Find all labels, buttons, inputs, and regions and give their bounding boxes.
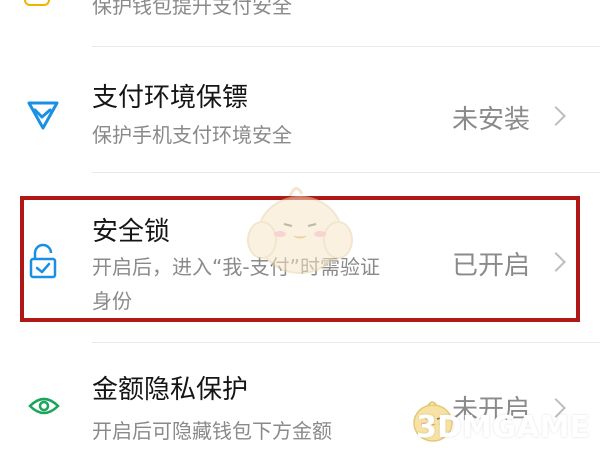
amount-privacy-subtitle: 开启后可隐藏钱包下方金额 [92,419,332,443]
payment-environment-guard-subtitle: 保护手机支付环境安全 [92,123,292,147]
mascot-watermark [247,187,353,274]
payment-environment-guard-row[interactable]: 支付环境保镖 保护手机支付环境安全 未安装 [0,47,600,167]
wallet-security-subtitle: 保护钱包提升支付安全 [92,0,292,18]
payment-environment-guard-status: 未安装 [452,105,531,135]
eye-icon [28,397,60,415]
shield-check-icon [27,101,59,130]
payment-environment-guard-title: 支付环境保镖 [92,83,249,113]
wallet-security-icon [24,0,50,6]
amount-privacy-title: 金额隐私保护 [92,375,249,405]
chevron-right-icon [546,106,566,126]
wallet-security-row[interactable]: 保护钱包提升支付安全 [0,0,600,46]
3dmgame-watermark: 3DMGAME [416,410,590,445]
